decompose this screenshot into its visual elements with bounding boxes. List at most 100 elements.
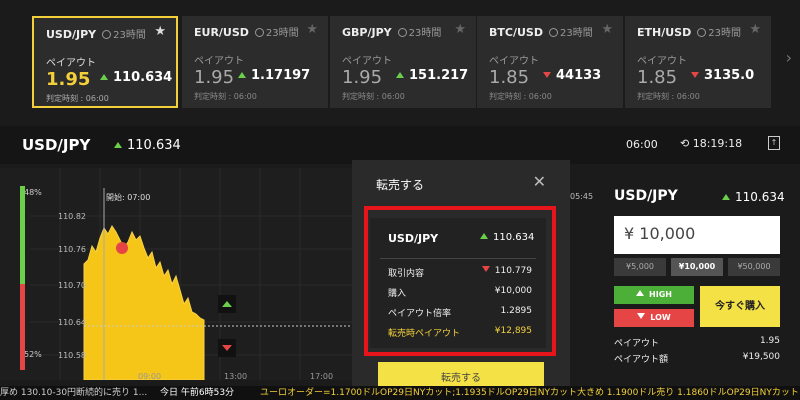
trade-panel: USD/JPY 110.634 ¥ 10,000 ¥5,000 ¥10,000 …: [600, 168, 800, 380]
y-tick: 110.70: [58, 281, 86, 290]
close-icon[interactable]: ✕: [533, 172, 546, 191]
instrument-header: USD/JPY 110.634 06:00 ⟲ 18:19:18 ↑: [0, 126, 800, 164]
judge-time: 判定時刻 : 06:00: [637, 92, 700, 101]
arrow-down-icon: [543, 72, 551, 78]
export-icon[interactable]: ↑: [768, 136, 780, 150]
header-symbol: USD/JPY: [22, 136, 91, 154]
card-header: GBP/JPY 23時間: [342, 24, 441, 39]
clock-icon: [254, 28, 264, 37]
card-price: 1.17197: [238, 68, 310, 83]
buy-now-button[interactable]: 今すぐ購入: [700, 286, 780, 327]
arrow-up-icon: [396, 72, 404, 78]
card-time: 23時間: [408, 28, 442, 39]
sentiment-down-label: 52%: [24, 350, 42, 359]
payout-amount-row: ペイアウト額 ¥19,500: [614, 352, 780, 365]
judge-time: 判定時刻 : 06:00: [46, 94, 109, 103]
payout-value: 1.95: [194, 67, 235, 88]
clock-readout: ⟲ 18:19:18: [680, 137, 743, 150]
payout-label: ペイアウト: [194, 56, 244, 67]
instrument-cards: USD/JPY 23時間 ★ ペイアウト 1.95 110.634 判定時刻 : …: [0, 0, 800, 118]
panel-price: 110.634: [722, 190, 785, 204]
card-header: EUR/USD 23時間: [194, 24, 299, 39]
header-price: 110.634: [114, 138, 181, 153]
arrow-up-icon: [238, 72, 246, 78]
news-ticker: 厚め 130.10-30円断続的に売り 1... 今日 午前6時53分 ユーロオ…: [0, 386, 800, 400]
payout-label: ペイアウト: [342, 56, 392, 67]
sentiment-up-bar: [20, 186, 25, 284]
card-time: 23時間: [708, 28, 741, 39]
payout-value: 1.95: [342, 67, 383, 88]
card-header: USD/JPY 23時間: [46, 26, 146, 41]
card-symbol: USD/JPY: [46, 28, 97, 41]
star-icon[interactable]: ★: [154, 24, 166, 39]
card-time: 23時間: [559, 28, 593, 39]
price-chart[interactable]: 48% 52% 開始: 07:00 110.82 110.76 110.70 1…: [0, 168, 352, 381]
history-icon: ⟲: [680, 137, 693, 150]
card-time: 23時間: [265, 28, 299, 39]
x-tick: 13:00: [224, 372, 248, 381]
dialog-title: 転売する: [376, 178, 425, 192]
sentiment-up-label: 48%: [24, 188, 42, 197]
star-icon[interactable]: ★: [601, 22, 613, 37]
star-icon[interactable]: ★: [454, 22, 466, 37]
right-time-label: 05:45: [570, 192, 594, 201]
x-tick: 17:00: [310, 372, 334, 381]
star-icon[interactable]: ★: [306, 22, 318, 37]
payout-label: ペイアウト: [489, 56, 539, 67]
arrow-down-icon: [637, 313, 646, 319]
y-tick: 110.76: [58, 245, 86, 254]
card-eurusd[interactable]: EUR/USD 23時間 ★ ペイアウト 1.95 1.17197 判定時刻 : …: [182, 16, 328, 108]
payout-value: 1.95: [46, 69, 91, 90]
card-symbol: EUR/USD: [194, 26, 249, 39]
panel-symbol: USD/JPY: [614, 188, 678, 204]
card-header: ETH/USD 23時間: [637, 24, 741, 39]
y-tick: 110.82: [58, 212, 86, 221]
arrow-up-icon: [636, 290, 645, 296]
payout-label: ペイアウト: [46, 58, 96, 69]
amount-chip[interactable]: ¥50,000: [728, 258, 780, 276]
card-symbol: BTC/USD: [489, 26, 543, 39]
low-button[interactable]: LOW: [614, 309, 694, 327]
amount-chip-selected[interactable]: ¥10,000: [671, 258, 723, 276]
clock-icon: [548, 28, 558, 37]
payout-value: 1.85: [637, 67, 678, 88]
high-button[interactable]: HIGH: [614, 286, 694, 304]
card-header: BTC/USD 23時間: [489, 24, 593, 39]
clock-icon: [102, 30, 112, 39]
start-label: 開始: 07:00: [106, 193, 151, 202]
judge-time: 判定時刻 : 06:00: [342, 92, 405, 101]
card-price: 3135.0: [691, 68, 754, 83]
payout-label: ペイアウト: [637, 56, 687, 67]
card-symbol: GBP/JPY: [342, 26, 392, 39]
y-tick: 110.64: [58, 318, 86, 327]
clock-icon: [397, 28, 407, 37]
card-gbpjpy[interactable]: GBP/JPY 23時間 ★ ペイアウト 1.95 151.217 判定時刻 : …: [330, 16, 476, 108]
star-icon[interactable]: ★: [749, 22, 761, 37]
card-price: 44133: [543, 68, 601, 83]
expiry-time: 06:00: [626, 138, 658, 151]
card-time: 23時間: [113, 30, 146, 41]
chevron-right-icon[interactable]: ›: [786, 48, 792, 67]
card-usdjpy[interactable]: USD/JPY 23時間 ★ ペイアウト 1.95 110.634 判定時刻 : …: [32, 16, 178, 108]
sentiment-down-bar: [20, 284, 25, 370]
arrow-down-icon: [691, 72, 699, 78]
arrow-up-icon: [722, 194, 730, 200]
amount-input[interactable]: ¥ 10,000: [614, 216, 780, 254]
card-symbol: ETH/USD: [637, 26, 692, 39]
card-price: 151.217: [396, 68, 468, 83]
arrow-up-icon: [114, 142, 122, 148]
entry-marker: [116, 242, 128, 254]
ticker-text: 厚め 130.10-30円断続的に売り 1...: [0, 388, 148, 398]
arrow-up-icon: [100, 74, 108, 80]
card-btcusd[interactable]: BTC/USD 23時間 ★ ペイアウト 1.85 44133 判定時刻 : 06…: [477, 16, 623, 108]
payout-value: 1.85: [489, 67, 530, 88]
payout-row: ペイアウト 1.95: [614, 336, 780, 349]
card-price: 110.634: [100, 70, 172, 85]
x-tick: 09:00: [138, 372, 162, 381]
card-ethusd[interactable]: ETH/USD 23時間 ★ ペイアウト 1.85 3135.0 判定時刻 : 0…: [625, 16, 771, 108]
ticker-time: 今日 午前6時53分: [160, 388, 235, 398]
amount-chip[interactable]: ¥5,000: [614, 258, 666, 276]
judge-time: 判定時刻 : 06:00: [489, 92, 552, 101]
ticker-headline: ユーロオーダー=1.1700ドルOP29日NYカット;1.1935ドルOP29日…: [260, 388, 799, 398]
highlight-frame: [364, 206, 556, 356]
